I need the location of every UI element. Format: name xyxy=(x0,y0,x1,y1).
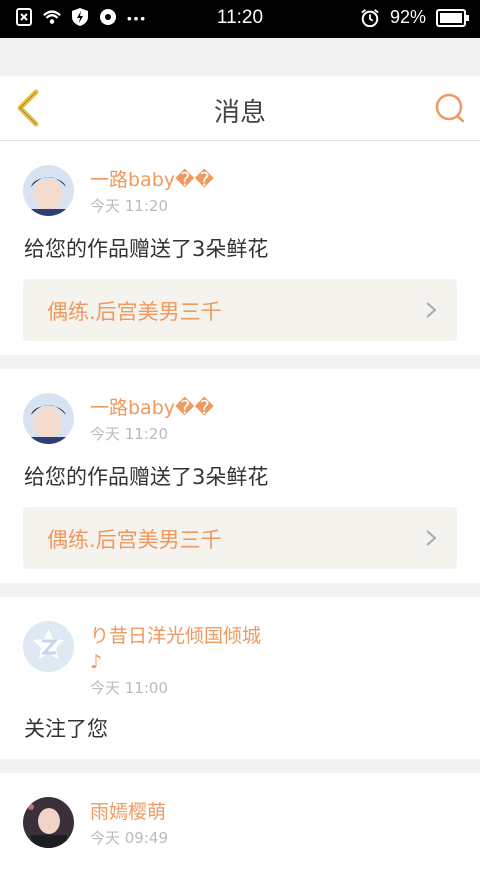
battery-percent: 92% xyxy=(389,7,426,27)
sender-name[interactable]: り昔日洋光倾国倾城 ♪ xyxy=(90,623,261,675)
chevron-right-icon xyxy=(426,302,437,318)
sender-name[interactable]: 一路baby�� xyxy=(90,167,214,193)
search-icon[interactable] xyxy=(434,92,466,124)
message-time: 今天 11:00 xyxy=(90,679,168,697)
status-icons-right: 92% xyxy=(360,7,470,28)
status-bar: 11:20 92% xyxy=(0,0,480,38)
work-link[interactable]: 偶练.后宫美男三千 xyxy=(23,507,457,569)
alarm-icon xyxy=(361,8,379,27)
sender-name-line2: ♪ xyxy=(90,651,103,673)
message-card[interactable]: 一路baby�� 今天 11:20 给您的作品赠送了3朵鲜花 偶练.后宫美男三千 xyxy=(0,141,480,355)
message-text: 给您的作品赠送了3朵鲜花 xyxy=(24,465,269,489)
sender-name[interactable]: 雨嫣樱萌 xyxy=(90,799,166,825)
message-text: 给您的作品赠送了3朵鲜花 xyxy=(24,237,269,261)
avatar[interactable] xyxy=(23,393,74,444)
chevron-right-icon xyxy=(426,530,437,546)
message-time: 今天 09:49 xyxy=(90,829,168,847)
sender-name-line1: り昔日洋光倾国倾城 xyxy=(90,625,262,647)
message-card[interactable]: 雨嫣樱萌 今天 09:49 xyxy=(0,773,480,873)
avatar[interactable] xyxy=(23,165,74,216)
message-time: 今天 11:20 xyxy=(90,197,168,215)
message-card[interactable]: 一路baby�� 今天 11:20 给您的作品赠送了3朵鲜花 偶练.后宫美男三千 xyxy=(0,369,480,583)
work-title: 偶练.后宫美男三千 xyxy=(47,528,222,552)
avatar[interactable] xyxy=(23,797,74,848)
message-text: 关注了您 xyxy=(24,717,108,741)
work-title: 偶练.后宫美男三千 xyxy=(47,300,222,324)
message-time: 今天 11:20 xyxy=(90,425,168,443)
top-spacer xyxy=(0,38,480,76)
default-avatar[interactable] xyxy=(23,621,74,672)
sender-name[interactable]: 一路baby�� xyxy=(90,395,214,421)
page-title: 消息 xyxy=(213,98,266,128)
nav-bar: 消息 xyxy=(0,76,480,141)
work-link[interactable]: 偶练.后宫美男三千 xyxy=(23,279,457,341)
battery-icon xyxy=(436,8,469,27)
message-card[interactable]: り昔日洋光倾国倾城 ♪ 今天 11:00 关注了您 xyxy=(0,597,480,759)
